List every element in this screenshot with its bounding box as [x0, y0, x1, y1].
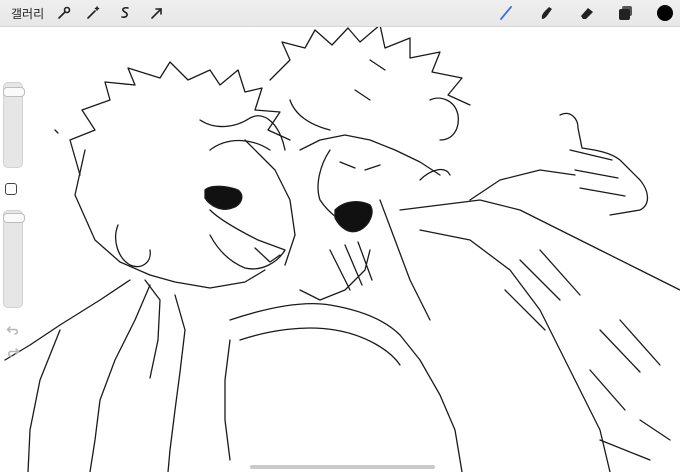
- gallery-button[interactable]: 갤러리: [11, 5, 44, 22]
- transform-arrow-icon[interactable]: [148, 4, 166, 22]
- brush-icon[interactable]: [497, 4, 515, 22]
- modify-button[interactable]: [5, 183, 17, 195]
- top-toolbar: 갤러리: [0, 0, 680, 27]
- home-indicator: [250, 465, 435, 469]
- color-icon[interactable]: [656, 4, 674, 22]
- eraser-icon[interactable]: [578, 4, 596, 22]
- redo-icon[interactable]: [6, 344, 20, 358]
- layers-icon[interactable]: [617, 4, 635, 22]
- opacity-handle[interactable]: [3, 213, 25, 223]
- left-sidebar: [0, 68, 25, 366]
- magic-wand-icon[interactable]: [84, 4, 102, 22]
- sketch-artwork: [4, 24, 680, 473]
- brush-size-handle[interactable]: [3, 87, 25, 97]
- wrench-icon[interactable]: [55, 4, 73, 22]
- selection-icon[interactable]: [116, 4, 134, 22]
- drawing-canvas[interactable]: [0, 0, 680, 473]
- opacity-slider[interactable]: [3, 210, 25, 308]
- brush-size-slider[interactable]: [3, 82, 25, 168]
- smudge-icon[interactable]: [537, 4, 555, 22]
- undo-icon[interactable]: [6, 322, 20, 336]
